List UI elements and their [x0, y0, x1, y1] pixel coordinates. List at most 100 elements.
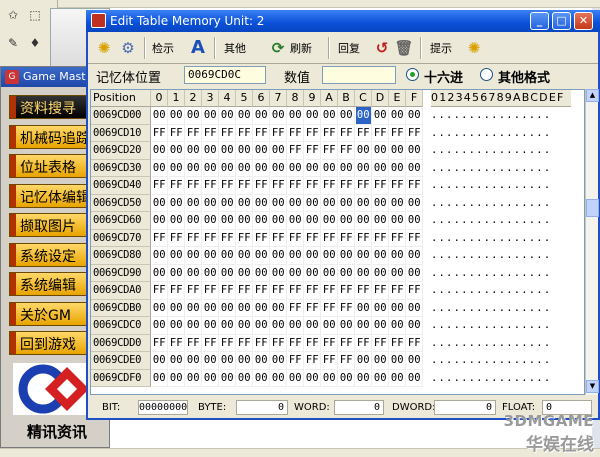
hex-cell[interactable]: 00 [254, 247, 270, 265]
hex-cell[interactable]: FF [322, 334, 338, 352]
hex-cell[interactable]: FF [203, 229, 219, 247]
hex-cell[interactable]: 00 [237, 369, 253, 387]
hex-cell[interactable]: 00 [203, 299, 219, 317]
hex-cell[interactable]: FF [407, 177, 423, 195]
hex-cell[interactable]: FF [237, 177, 253, 195]
hex-cell[interactable]: 00 [152, 369, 168, 387]
hex-cell[interactable]: 00 [271, 299, 287, 317]
hex-cell[interactable]: 00 [322, 264, 338, 282]
hex-cell[interactable]: FF [271, 334, 287, 352]
hex-cell[interactable]: 00 [390, 159, 406, 177]
minimize-icon[interactable]: _ [530, 12, 549, 30]
hex-cell[interactable]: 00 [186, 247, 202, 265]
hex-cell[interactable]: FF [373, 124, 389, 142]
hex-cell[interactable]: 00 [288, 247, 304, 265]
hex-cell[interactable]: 00 [203, 369, 219, 387]
hex-cell[interactable]: FF [203, 177, 219, 195]
hex-cell[interactable]: FF [356, 177, 372, 195]
hex-cell[interactable]: FF [339, 124, 355, 142]
close-icon[interactable]: ✕ [574, 12, 593, 30]
hex-cell[interactable]: FF [339, 229, 355, 247]
hex-cell[interactable]: FF [407, 229, 423, 247]
hex-cell[interactable]: FF [203, 282, 219, 300]
hex-cell[interactable]: 00 [407, 247, 423, 265]
hex-cell[interactable]: 00 [373, 247, 389, 265]
hex-cell[interactable]: 00 [186, 317, 202, 335]
hex-cell[interactable]: FF [152, 177, 168, 195]
hex-cell[interactable]: 00 [390, 212, 406, 230]
hex-cell[interactable]: 00 [305, 159, 321, 177]
hex-cell[interactable]: 00 [373, 369, 389, 387]
hex-cell[interactable]: 00 [390, 299, 406, 317]
hex-cell[interactable]: FF [237, 124, 253, 142]
hex-cell[interactable]: 00 [220, 299, 236, 317]
hex-cell[interactable]: 00 [203, 194, 219, 212]
hex-cell[interactable]: FF [322, 282, 338, 300]
hex-cell[interactable]: 00 [407, 299, 423, 317]
hex-cell[interactable]: 00 [288, 264, 304, 282]
hex-cell[interactable]: 00 [152, 317, 168, 335]
tools-icon[interactable]: ⚙ [118, 37, 138, 59]
hex-cell[interactable]: FF [186, 334, 202, 352]
hex-cell[interactable]: FF [254, 124, 270, 142]
hex-cell[interactable]: 00 [322, 159, 338, 177]
hex-cell[interactable]: 00 [254, 369, 270, 387]
hex-cell[interactable]: 00 [169, 247, 185, 265]
hex-cell[interactable]: 00 [271, 107, 287, 125]
hex-cell[interactable]: 00 [152, 352, 168, 370]
hex-cell[interactable]: 00 [322, 369, 338, 387]
hex-cell[interactable]: 00 [203, 317, 219, 335]
hex-cell[interactable]: FF [305, 124, 321, 142]
hex-cell[interactable]: 00 [254, 264, 270, 282]
hex-cell[interactable]: 00 [271, 142, 287, 160]
refresh-icon[interactable]: ⟳ [268, 37, 288, 59]
hex-cell[interactable]: 00 [237, 142, 253, 160]
hex-cell[interactable]: 00 [152, 159, 168, 177]
hex-cell[interactable]: 00 [322, 212, 338, 230]
hex-cell[interactable]: 00 [203, 159, 219, 177]
hex-cell[interactable]: FF [220, 334, 236, 352]
rect-select-icon[interactable]: ⬚ [26, 6, 44, 24]
hex-cell[interactable]: 00 [407, 352, 423, 370]
hex-cell[interactable]: FF [305, 352, 321, 370]
hex-cell[interactable]: 00 [288, 107, 304, 125]
hex-cell[interactable]: FF [305, 282, 321, 300]
hex-cell[interactable]: 00 [271, 212, 287, 230]
hex-cell[interactable]: FF [373, 334, 389, 352]
sparkle-icon[interactable]: ✺ [94, 37, 114, 59]
hex-cell[interactable]: FF [339, 299, 355, 317]
radio-other-format-label[interactable]: 其他格式 [498, 67, 550, 86]
hex-cell[interactable]: 00 [237, 352, 253, 370]
hex-cell[interactable]: FF [407, 334, 423, 352]
hex-cell[interactable]: 00 [373, 107, 389, 125]
hex-cell[interactable]: 00 [220, 142, 236, 160]
edit-table-titlebar[interactable]: Edit Table Memory Unit: 2 _ □ ✕ [86, 10, 600, 32]
hex-cell[interactable]: 00 [407, 142, 423, 160]
hex-cell[interactable]: 00 [220, 159, 236, 177]
hex-cell[interactable]: 00 [390, 247, 406, 265]
hex-cell[interactable]: 00 [407, 194, 423, 212]
hex-cell[interactable]: 00 [220, 212, 236, 230]
hex-cell[interactable]: 00 [271, 352, 287, 370]
hex-cell[interactable]: 00 [373, 264, 389, 282]
hex-cell[interactable]: 00 [271, 159, 287, 177]
hex-cell[interactable]: 00 [186, 194, 202, 212]
hex-cell[interactable]: FF [373, 282, 389, 300]
hex-cell[interactable]: FF [288, 299, 304, 317]
hex-cell[interactable]: 00 [322, 317, 338, 335]
hex-cell[interactable]: 00 [203, 142, 219, 160]
hex-cell[interactable]: FF [390, 229, 406, 247]
radio-hex[interactable] [406, 68, 419, 81]
hex-cell[interactable]: 00 [407, 369, 423, 387]
hex-cell[interactable]: FF [169, 124, 185, 142]
hex-cell[interactable]: 00 [186, 264, 202, 282]
hex-cell[interactable]: 00 [237, 247, 253, 265]
hex-cell[interactable]: 00 [373, 194, 389, 212]
hex-cell[interactable]: 00 [271, 194, 287, 212]
hex-cell[interactable]: FF [169, 282, 185, 300]
hex-cell[interactable]: 00 [339, 264, 355, 282]
hex-cell[interactable]: 00 [152, 299, 168, 317]
hex-cell[interactable]: 00 [237, 159, 253, 177]
hex-cell[interactable]: FF [305, 334, 321, 352]
star-select-icon[interactable]: ✩ [4, 6, 22, 24]
